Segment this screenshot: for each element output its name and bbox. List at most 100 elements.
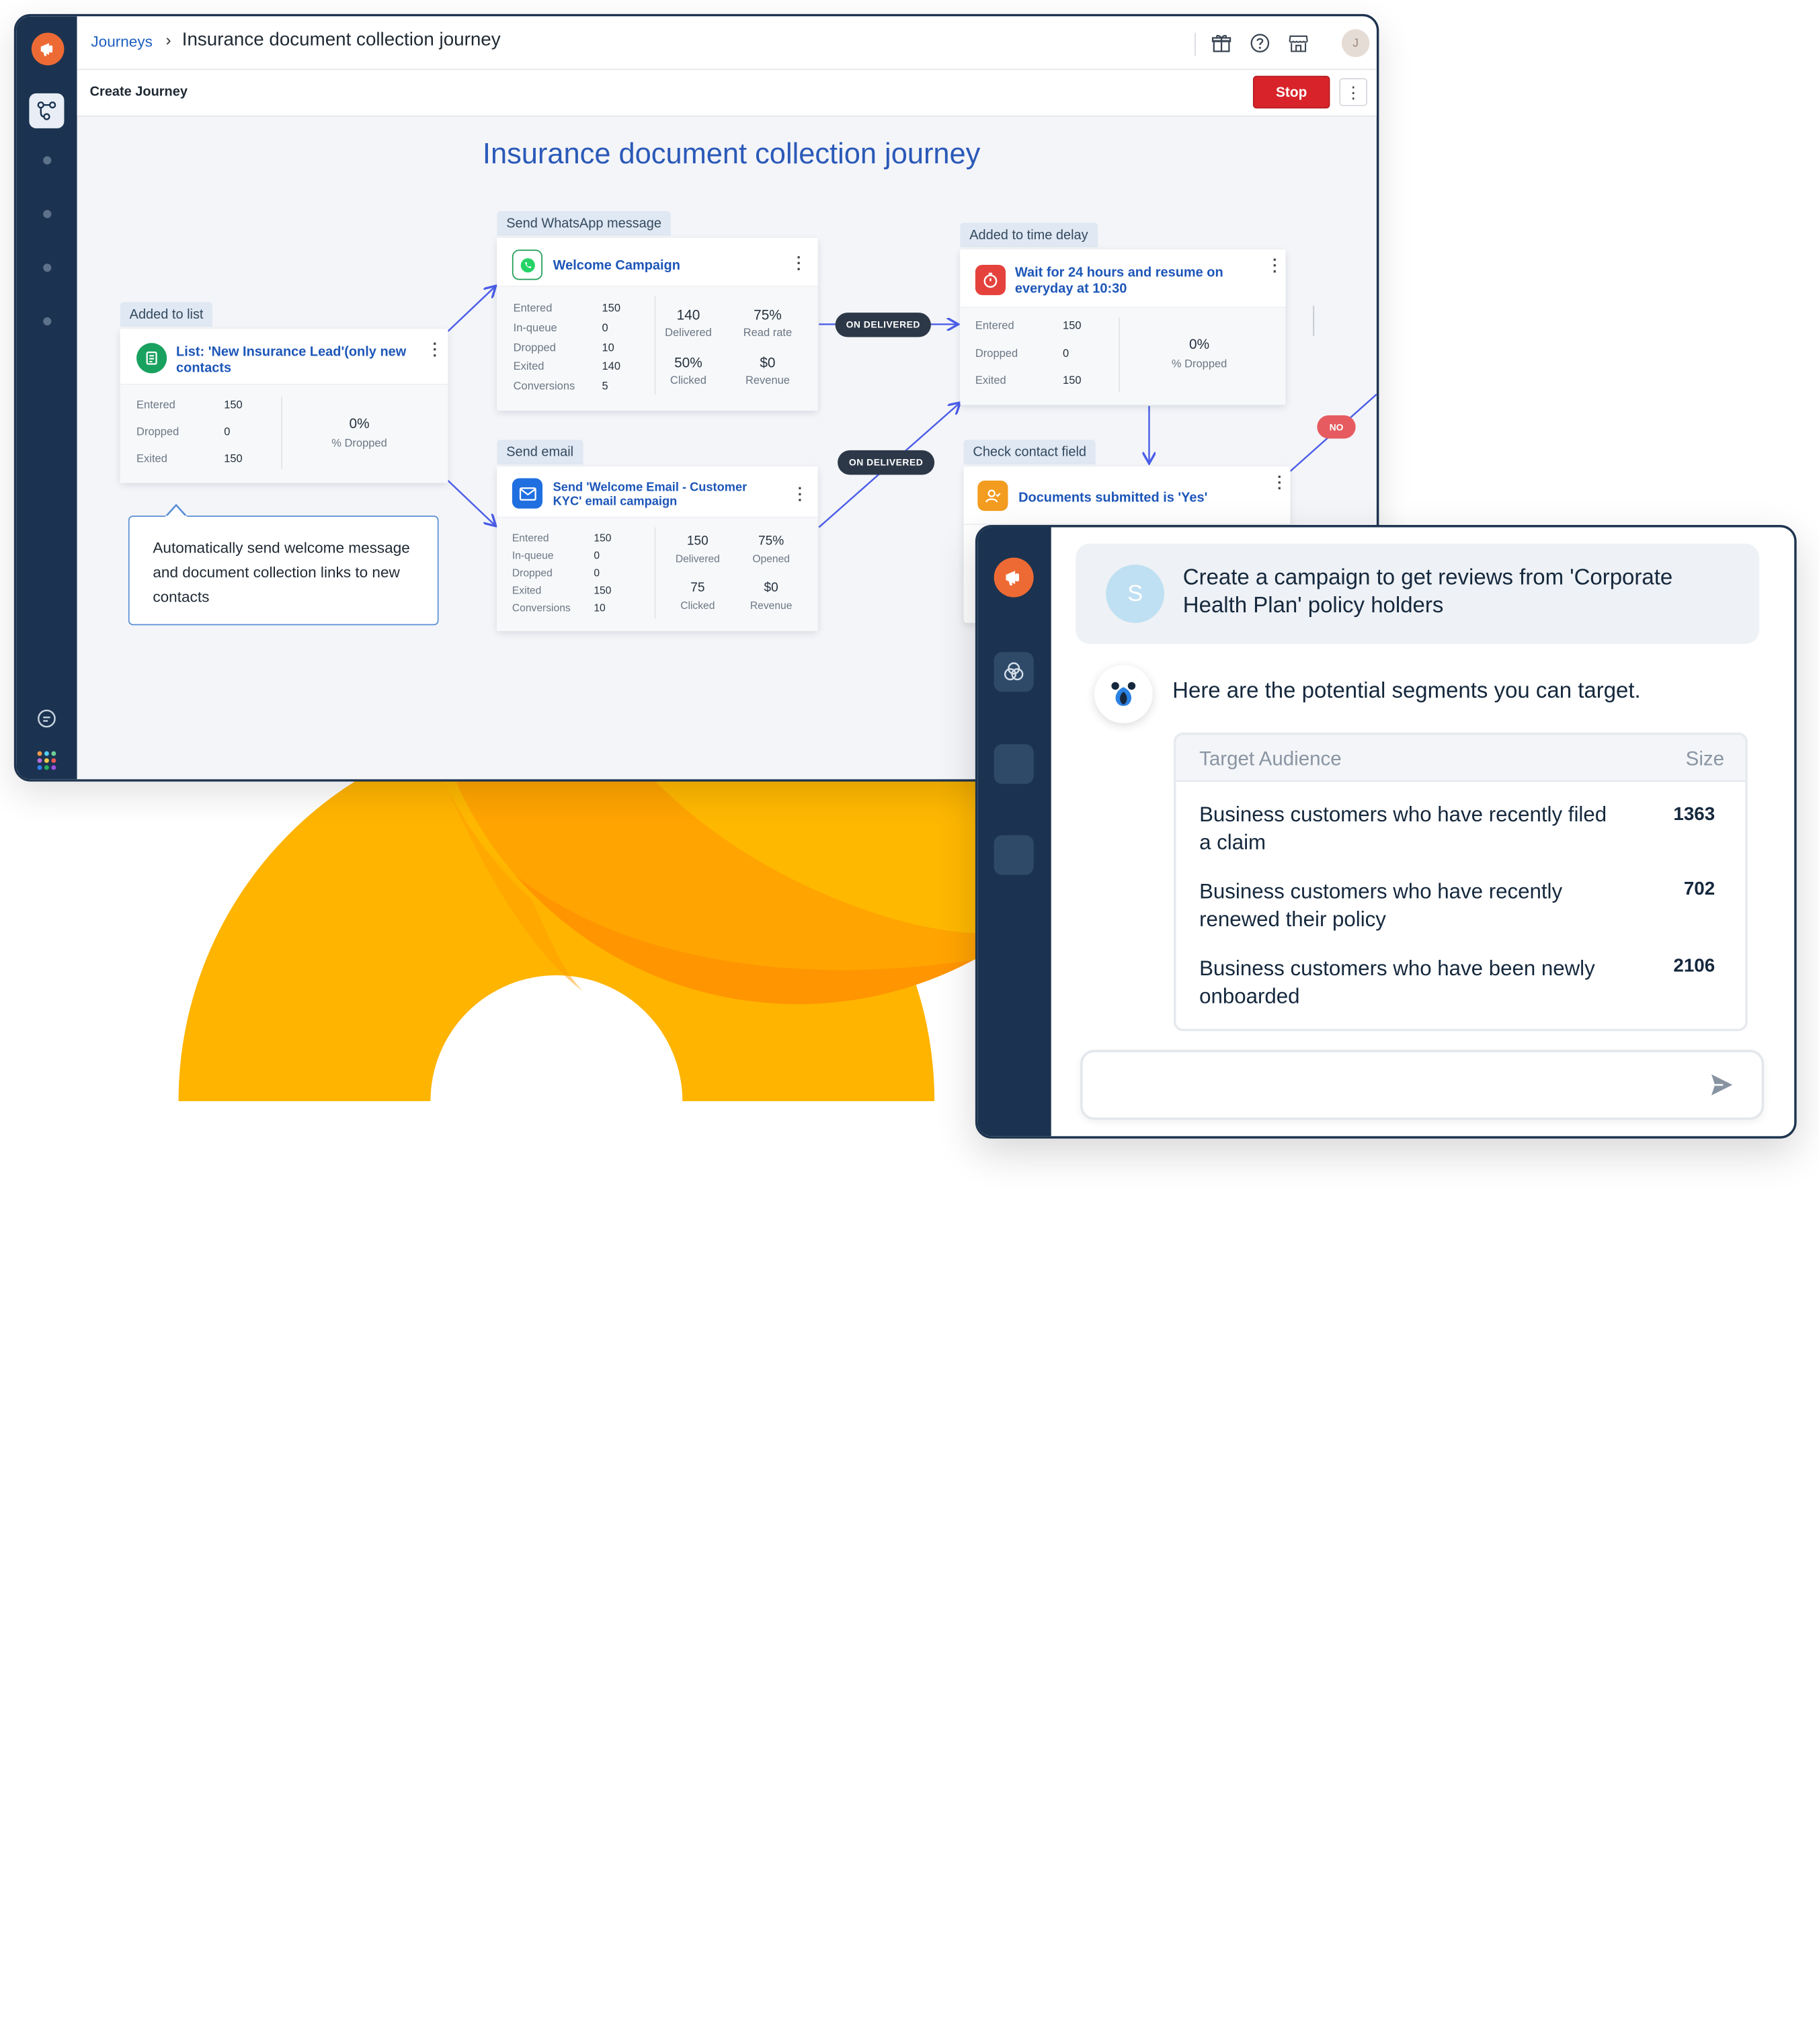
node-tag-email: Send email	[497, 440, 583, 464]
stat-label: In-queue	[512, 549, 554, 561]
node-menu-icon[interactable]: · · ·	[430, 336, 440, 363]
stat-label: Entered	[136, 399, 175, 412]
stage: Journeys › Insurance document collection…	[0, 0, 1819, 2044]
table-header: Target Audience Size	[1176, 735, 1746, 782]
chat-icon[interactable]	[35, 707, 58, 731]
note-pointer-mask	[165, 516, 187, 520]
metric-label: Delivered	[665, 326, 712, 340]
stat-label: Entered	[975, 319, 1014, 333]
metric-value: 150	[686, 534, 709, 548]
node-header: Documents submitted is 'Yes' · · ·	[963, 466, 1291, 525]
stat-label: Dropped	[975, 348, 1018, 361]
segments-table: Target Audience Size Business customers …	[1173, 732, 1748, 1032]
stat-value: 150	[602, 302, 621, 315]
create-journey-title: Create Journey	[89, 85, 188, 99]
metric-value: $0	[764, 581, 778, 596]
on-delivered-badge: ON DELIVERED	[838, 450, 935, 475]
user-message: S Create a campaign to get reviews from …	[1076, 543, 1760, 644]
nav-journeys[interactable]	[29, 93, 65, 128]
megaphone-icon	[1006, 571, 1019, 585]
whatsapp-icon	[512, 249, 543, 280]
main-sidebar	[16, 16, 77, 780]
workflow-icon	[37, 101, 56, 120]
journey-canvas-title: Insurance document collection journey	[482, 137, 981, 171]
nav-item[interactable]	[43, 263, 52, 272]
node-title: Documents submitted is 'Yes'	[1018, 491, 1208, 505]
apps-grid-icon[interactable]	[35, 749, 58, 772]
brand-logo[interactable]	[31, 32, 65, 66]
node-menu-icon[interactable]: · · ·	[795, 249, 804, 276]
stat-value: 0	[594, 549, 600, 561]
chat-nav-item[interactable]	[994, 835, 1034, 875]
stat-value: 150	[224, 452, 243, 466]
segments-nav[interactable]	[994, 652, 1034, 692]
column-header-size: Size	[1685, 747, 1725, 770]
node-menu-icon[interactable]: · · ·	[1275, 469, 1285, 496]
node-added-to-list[interactable]: List: 'New Insurance Lead'(only new conta…	[120, 329, 448, 483]
send-icon[interactable]	[1708, 1071, 1736, 1099]
page-title: Insurance document collection journey	[181, 30, 501, 50]
segment-size: 702	[1683, 879, 1715, 900]
top-bar: Journeys › Insurance document collection…	[77, 16, 1377, 71]
assistant-avatar	[1094, 665, 1153, 724]
bear-mascot-icon	[1111, 682, 1136, 706]
chat-nav-item[interactable]	[994, 744, 1034, 784]
stat-label: Conversions	[513, 380, 575, 393]
node-send-email[interactable]: Send 'Welcome Email - Customer KYC' email…	[497, 466, 818, 631]
metric-value: 50%	[674, 354, 702, 371]
stat-label: Exited	[513, 360, 544, 374]
stat-value: 10	[594, 602, 606, 614]
stat-value: 150	[1063, 374, 1082, 388]
gift-icon[interactable]	[1209, 30, 1234, 56]
node-header: Wait for 24 hours and resume on everyday …	[960, 249, 1286, 309]
stat-label: Dropped	[513, 341, 556, 355]
chat-sidebar	[977, 527, 1051, 1137]
email-icon	[512, 478, 543, 509]
nav-item[interactable]	[43, 317, 52, 326]
node-stats: Entered 150 In-queue 0 Dropped 10 Exited…	[497, 286, 818, 411]
toolbar-divider	[1195, 32, 1196, 56]
stop-button[interactable]: Stop	[1252, 75, 1330, 109]
node-stats: Entered 150 Dropped 0 Exited 150 0% % Dr…	[960, 308, 1286, 405]
nav-item[interactable]	[43, 210, 52, 218]
metric-value: 75	[690, 581, 705, 596]
node-time-delay[interactable]: Wait for 24 hours and resume on everyday …	[960, 249, 1286, 405]
person-check-icon	[977, 481, 1008, 512]
segment-name: Business customers who have recently fil…	[1199, 803, 1607, 854]
segment-size: 2106	[1673, 956, 1715, 977]
more-options-button[interactable]: ⋮	[1339, 78, 1368, 106]
stat-value: 150	[224, 399, 243, 412]
no-branch-badge: NO	[1317, 415, 1356, 439]
stat-value: 0	[1063, 348, 1069, 361]
brand-logo[interactable]	[994, 557, 1034, 598]
stat-label: Dropped	[512, 567, 553, 579]
metric-label: Revenue	[745, 374, 790, 388]
user-avatar[interactable]: J	[1341, 29, 1370, 58]
stat-value: 150	[1063, 319, 1082, 333]
on-delivered-badge: ON DELIVERED	[835, 313, 931, 337]
metric-value: $0	[760, 354, 776, 371]
chat-input[interactable]	[1080, 1049, 1765, 1120]
venn-icon	[1004, 662, 1024, 681]
contact-list-icon	[136, 343, 167, 374]
note-text: Automatically send welcome message and d…	[153, 538, 410, 606]
node-send-whatsapp[interactable]: Welcome Campaign · · · Entered 150 In-queu…	[497, 238, 818, 411]
metric-label: % Dropped	[331, 437, 387, 450]
stat-value: 140	[602, 360, 621, 374]
node-menu-icon[interactable]: · · ·	[1270, 252, 1280, 279]
node-tag-list: Added to list	[120, 302, 213, 327]
breadcrumb-journeys[interactable]: Journeys	[91, 33, 153, 50]
metric-label: % Dropped	[1171, 358, 1227, 371]
ai-chat-window: S Create a campaign to get reviews from …	[975, 524, 1797, 1139]
segment-name: Business customers who have been newly o…	[1199, 956, 1595, 1008]
node-title: List: 'New Insurance Lead'(only new conta…	[176, 345, 407, 376]
node-title: Send 'Welcome Email - Customer KYC' email…	[553, 481, 747, 509]
node-tag-delay: Added to time delay	[960, 222, 1098, 247]
metric-label: Delivered	[675, 553, 720, 565]
annotation-note: Automatically send welcome message and d…	[128, 516, 439, 626]
store-icon[interactable]	[1286, 30, 1311, 56]
help-icon[interactable]	[1247, 30, 1272, 56]
metric-label: Clicked	[670, 374, 706, 388]
node-menu-icon[interactable]: · · ·	[796, 481, 805, 507]
user-avatar: S	[1106, 564, 1165, 623]
